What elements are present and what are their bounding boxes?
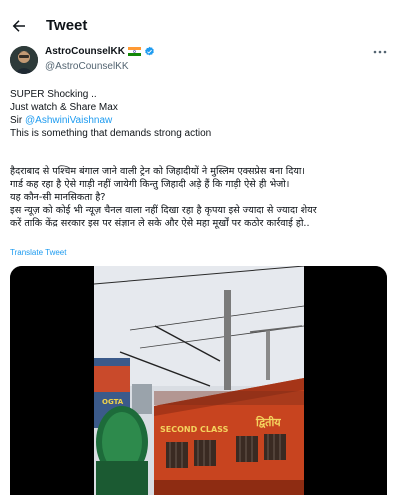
tweet-text: SUPER Shocking .. Just watch & Share Max…: [10, 88, 395, 140]
hindi-line: यह कौन-सी मानसिकता है?: [10, 192, 106, 203]
hindi-line: करें ताकि केंद्र सरकार इस पर संज्ञान ले …: [10, 218, 310, 229]
author-display-name[interactable]: AstroCounselKK: [45, 46, 125, 57]
tweet-hindi-text: हैदराबाद से पश्चिम बंगाल जाने वाली ट्रेन…: [10, 165, 395, 230]
avatar[interactable]: [10, 46, 38, 74]
station-sign-text: OGTA: [102, 398, 124, 406]
coach-label: SECOND CLASS: [160, 425, 229, 434]
tweet-line: Sir @AshwiniVaishnaw: [10, 114, 395, 127]
video-frame: OGTA SECOND CLASS द्वितीय: [93, 266, 305, 495]
tweet-line-prefix: Sir: [10, 115, 25, 126]
verified-badge-icon: [145, 46, 154, 56]
translate-tweet-link[interactable]: Translate Tweet: [10, 248, 66, 257]
hindi-line: गार्ड कह रहा है ऐसे गाड़ी नहीं जायेगी कि…: [10, 179, 290, 190]
page-title: Tweet: [46, 17, 88, 34]
tweet-line: Just watch & Share Max: [10, 102, 118, 113]
coach-hindi-label: द्वितीय: [255, 415, 281, 429]
india-flag-icon: [128, 47, 142, 56]
hindi-line: हैदराबाद से पश्चिम बंगाल जाने वाली ट्रेन…: [10, 166, 306, 177]
tweet-line: SUPER Shocking ..: [10, 89, 97, 100]
mention-link[interactable]: @AshwiniVaishnaw: [25, 115, 112, 126]
more-options-icon[interactable]: [373, 48, 387, 56]
author-handle[interactable]: @AstroCounselKK: [45, 61, 129, 72]
tweet-video[interactable]: OGTA SECOND CLASS द्वितीय: [10, 266, 387, 495]
hindi-line: इस न्यूज़ को कोई भी न्यूज़ चैनल वाला नही…: [10, 205, 317, 216]
tweet-line: This is something that demands strong ac…: [10, 128, 212, 139]
back-arrow-icon[interactable]: [10, 17, 28, 35]
author-name-row: AstroCounselKK: [45, 46, 155, 57]
top-bar: Tweet: [0, 0, 402, 50]
